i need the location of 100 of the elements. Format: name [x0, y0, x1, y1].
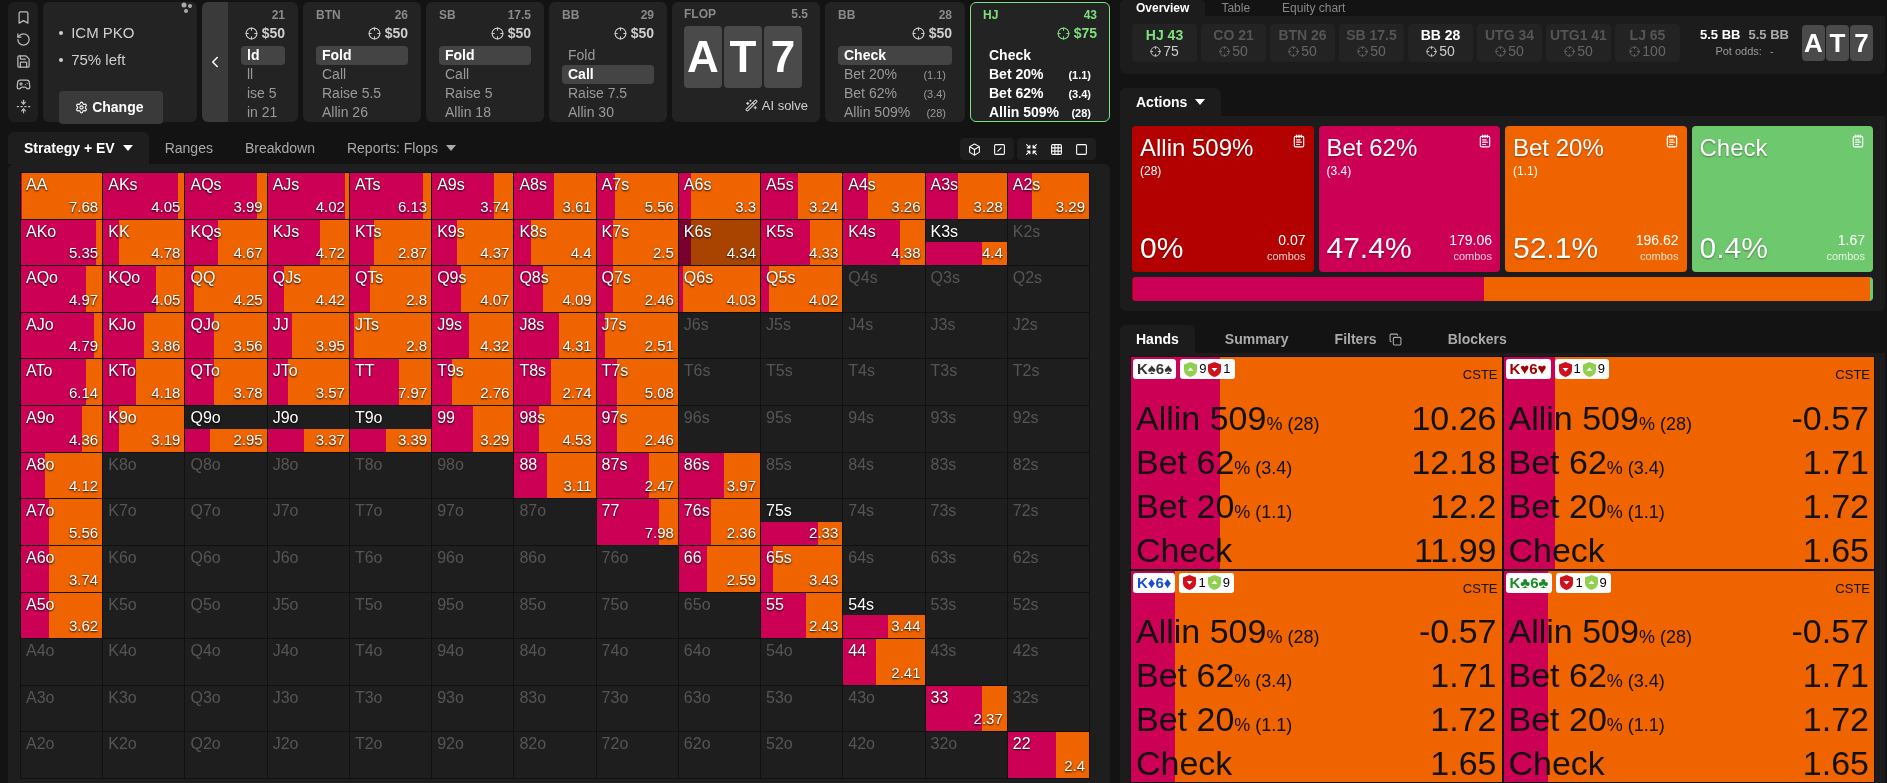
hand-cell[interactable]: JTs 2.8: [349, 312, 433, 360]
hand-cell[interactable]: Q6s 4.03: [678, 266, 762, 313]
hand-cell[interactable]: A3s 3.28: [925, 173, 1008, 220]
player-chip[interactable]: BB 28 50: [1408, 24, 1473, 62]
action-option[interactable]: Raise 7.5: [562, 84, 654, 103]
hand-cell[interactable]: A4s 3.26: [843, 173, 926, 220]
hand-cell[interactable]: KTo 4.18: [103, 359, 186, 407]
hand-cell[interactable]: K3s 4.4: [925, 219, 1008, 267]
hand-cell[interactable]: K7s 2.5: [596, 219, 679, 267]
action-option[interactable]: ld: [241, 46, 285, 65]
hand-cell[interactable]: A9s 3.74: [432, 173, 515, 220]
action-option[interactable]: Bet 62% (3.4): [983, 84, 1097, 103]
hand-cell[interactable]: TT 7.97: [349, 359, 433, 407]
hand-cell[interactable]: 75s 2.33: [761, 499, 844, 546]
action-option[interactable]: Bet 20% (1.1): [838, 65, 952, 84]
action-option[interactable]: Check: [983, 46, 1097, 65]
hand-cell[interactable]: K5s 4.33: [761, 219, 844, 267]
seat-card[interactable]: BB 29 $50 Fold Call Raise 7.5 Allin 30: [549, 2, 667, 122]
hand-cell[interactable]: KQs 4.67: [185, 219, 268, 267]
hand-cell[interactable]: 22 2.4: [1007, 732, 1090, 779]
overview-tab[interactable]: Equity chart: [1266, 0, 1362, 16]
hand-cell[interactable]: K8s 4.4: [514, 219, 597, 267]
hand-cell[interactable]: 97s 2.46: [596, 406, 679, 453]
hand-cell[interactable]: K6s 4.34: [678, 219, 762, 267]
action-option[interactable]: Raise 5.5: [316, 84, 408, 103]
hand-cell[interactable]: Q9o 2.95: [185, 406, 268, 453]
action-option[interactable]: Allin 26: [316, 103, 408, 121]
hand-cell[interactable]: 66 2.59: [678, 545, 762, 593]
seat-card[interactable]: BB 28 $50 Check Bet 20% (1.1) Bet 62% (3.4) Allin 509% (28): [825, 2, 965, 122]
hand-cell[interactable]: A8s 3.61: [514, 173, 597, 220]
hand-card[interactable]: K♦6♦ 1 9 CSTE Allin 509% (28) -0.57 Bet 62% (3.4) 1.71 Bet 20% (1.1) 1.72 Check 1.65: [1130, 569, 1503, 783]
hand-cell[interactable]: A7o 5.56: [21, 499, 104, 546]
hand-cell[interactable]: Q9s 4.07: [432, 266, 515, 313]
hand-cell[interactable]: J9s 4.32: [432, 312, 515, 360]
actions-tab[interactable]: Actions: [1120, 88, 1222, 116]
hand-cell[interactable]: K9s 4.37: [432, 219, 515, 267]
hands-tab[interactable]: Blockers: [1431, 325, 1523, 353]
action-option[interactable]: Allin 30: [562, 103, 654, 121]
hand-cell[interactable]: A2s 3.29: [1007, 173, 1090, 220]
action-option[interactable]: Call: [439, 65, 531, 84]
view-tab[interactable]: Ranges: [148, 132, 229, 164]
action-option[interactable]: Fold: [439, 46, 531, 65]
hand-cell[interactable]: J7s 2.51: [596, 312, 679, 360]
seat-card[interactable]: BTN 26 $50 Fold Call Raise 5.5 Allin 26: [303, 2, 421, 122]
hand-cell[interactable]: AQs 3.99: [185, 173, 268, 220]
action-option[interactable]: Allin 509% (28): [983, 103, 1097, 121]
hand-cell[interactable]: T9o 3.39: [349, 406, 433, 453]
action-option[interactable]: Bet 20% (1.1): [983, 65, 1097, 84]
action-option[interactable]: Call: [316, 65, 408, 84]
hand-cell[interactable]: 88 3.11: [514, 452, 597, 500]
hand-cell[interactable]: ATo 6.14: [21, 359, 104, 407]
hand-cell[interactable]: 44 2.41: [843, 639, 926, 686]
hand-cell[interactable]: AQo 4.97: [21, 266, 104, 313]
hand-cell[interactable]: T8s 2.74: [514, 359, 597, 407]
hand-cell[interactable]: AJo 4.79: [21, 312, 104, 360]
seat-card[interactable]: 21 $50 ld ll ise 5 in 21: [228, 2, 298, 122]
hand-cell[interactable]: J9o 3.37: [267, 406, 350, 453]
hand-cell[interactable]: 65s 3.43: [761, 545, 844, 593]
action-option[interactable]: Allin 509% (28): [838, 103, 952, 121]
hand-cell[interactable]: QJs 4.42: [267, 266, 350, 313]
overview-tab[interactable]: Overview: [1120, 0, 1206, 16]
hand-cell[interactable]: T7s 5.08: [596, 359, 679, 407]
hand-card[interactable]: K♠6♠ 9 1 CSTE Allin 509% (28) 10.26 Bet 62% (3.4) 12.18 Bet 20% (1.1) 12.2 Check 11.99: [1130, 356, 1503, 570]
hand-cell[interactable]: 86s 3.97: [678, 452, 762, 500]
action-option[interactable]: in 21: [241, 103, 285, 121]
hands-tab[interactable]: Summary: [1208, 325, 1305, 353]
hand-cell[interactable]: KQo 4.05: [103, 266, 186, 313]
hand-cell[interactable]: Q7s 2.46: [596, 266, 679, 313]
hand-cell[interactable]: QTs 2.8: [349, 266, 433, 313]
action-option[interactable]: Fold: [316, 46, 408, 65]
hand-cell[interactable]: AA 7.68: [21, 173, 104, 220]
hands-tab[interactable]: Hands: [1120, 325, 1195, 353]
view-tab[interactable]: Reports: Flops: [330, 132, 472, 164]
hand-cell[interactable]: Q5s 4.02: [761, 266, 844, 313]
action-option[interactable]: Check: [838, 46, 952, 65]
hand-cell[interactable]: K9o 3.19: [103, 406, 186, 453]
seat-card[interactable]: SB 17.5 $50 Fold Call Raise 5 Allin 18: [426, 2, 544, 122]
hand-cell[interactable]: A5o 3.62: [21, 592, 104, 640]
hand-cell[interactable]: QTo 3.78: [185, 359, 268, 407]
action-card[interactable]: Bet 20% (1.1) 52.1% 196.62 combos: [1505, 126, 1687, 272]
player-chip[interactable]: HJ 43 75: [1132, 24, 1197, 62]
action-option[interactable]: Allin 18: [439, 103, 531, 121]
hand-cell[interactable]: A9o 4.36: [21, 406, 104, 453]
hand-cell[interactable]: A7s 5.56: [596, 173, 679, 220]
action-card[interactable]: Bet 62% (3.4) 47.4% 179.06 combos: [1318, 126, 1500, 272]
hand-cell[interactable]: QJo 3.56: [185, 312, 268, 360]
hand-cell[interactable]: JTo 3.57: [267, 359, 350, 407]
action-option[interactable]: Raise 5: [439, 84, 531, 103]
action-option[interactable]: Fold: [562, 46, 654, 65]
hand-cell[interactable]: 54s 3.44: [843, 592, 926, 640]
hand-cell[interactable]: 55 2.43: [761, 592, 844, 640]
action-option[interactable]: ise 5: [241, 84, 285, 103]
hand-cell[interactable]: 99 3.29: [432, 406, 515, 453]
hand-cell[interactable]: Q8s 4.09: [514, 266, 597, 313]
hand-cell[interactable]: 98s 4.53: [514, 406, 597, 453]
hand-cell[interactable]: JJ 3.95: [267, 312, 350, 360]
hand-cell[interactable]: AKo 5.35: [21, 219, 104, 267]
hand-cell[interactable]: KJs 4.72: [267, 219, 350, 267]
action-option[interactable]: ll: [241, 65, 285, 84]
hand-cell[interactable]: A5s 3.24: [761, 173, 844, 220]
